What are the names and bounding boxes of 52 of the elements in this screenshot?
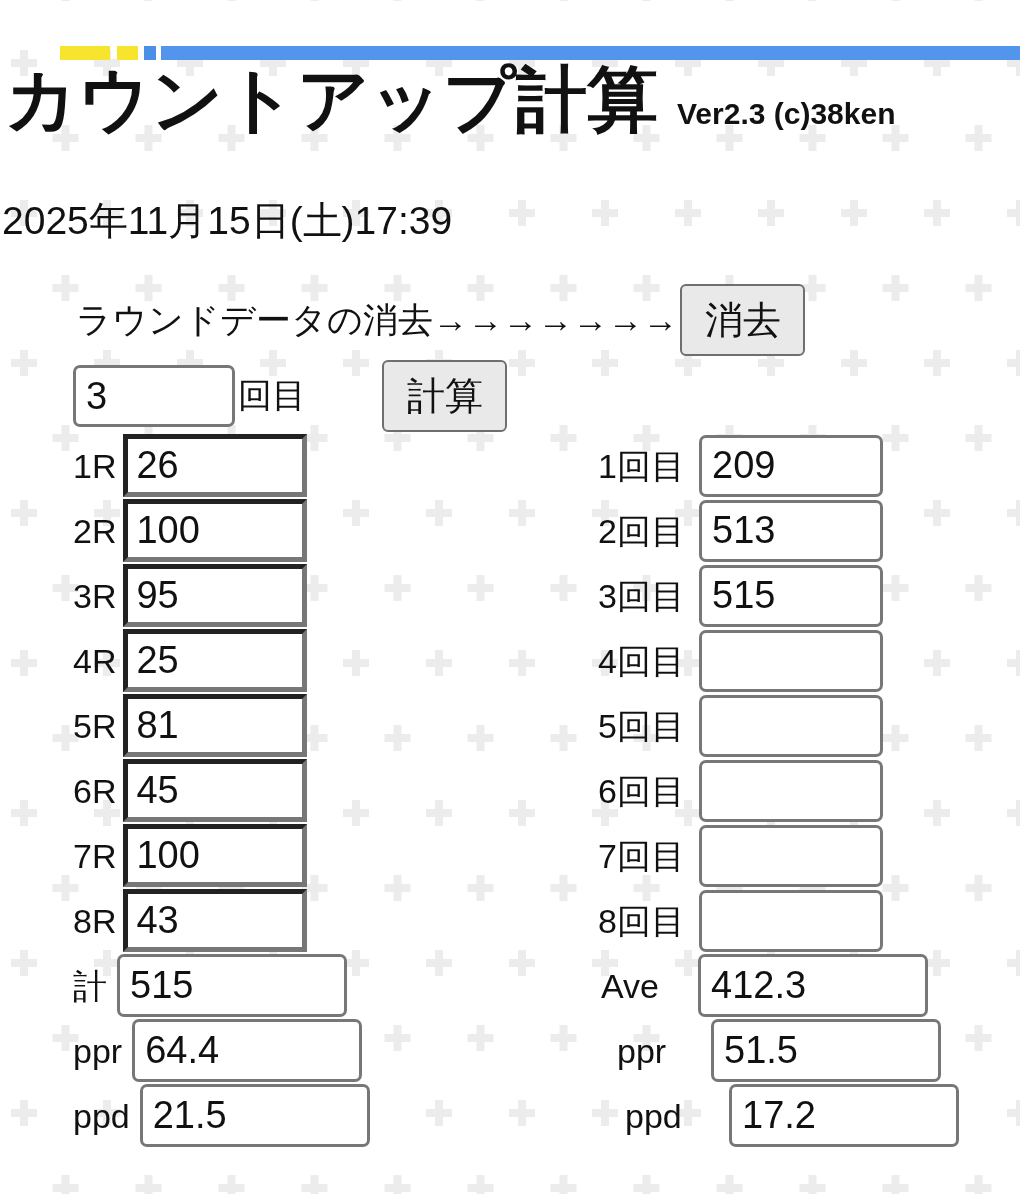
game-score-input[interactable] bbox=[699, 694, 883, 757]
game-score-input[interactable]: 515 bbox=[699, 564, 883, 627]
round-label: 1R bbox=[73, 448, 117, 483]
game-score-input[interactable] bbox=[699, 629, 883, 692]
game-score-input[interactable]: 513 bbox=[699, 499, 883, 562]
game-label: 8回目 bbox=[598, 903, 686, 938]
round-label: 8R bbox=[73, 903, 117, 938]
round-score-input[interactable]: 43 bbox=[123, 889, 308, 952]
round-score-input[interactable]: 26 bbox=[123, 434, 308, 497]
round-score-input[interactable]: 25 bbox=[123, 629, 308, 692]
round-label: 5R bbox=[73, 708, 117, 743]
stat-label: Ave bbox=[600, 968, 660, 1003]
round-score-input[interactable]: 95 bbox=[123, 564, 308, 627]
game-label: 7回目 bbox=[598, 838, 686, 873]
game-score-input[interactable] bbox=[699, 889, 883, 952]
clear-data-label: ラウンドデータの消去→→→→→→→ bbox=[76, 298, 678, 341]
calculate-button[interactable]: 計算 bbox=[382, 360, 507, 432]
stat-field[interactable]: 51.5 bbox=[711, 1019, 941, 1082]
round-label: 2R bbox=[73, 513, 117, 548]
game-number-input[interactable]: 3 bbox=[73, 365, 235, 427]
game-score-input[interactable] bbox=[699, 824, 883, 887]
version-text: Ver2.3 (c)38ken bbox=[677, 97, 896, 131]
stat-field[interactable]: 17.2 bbox=[729, 1084, 959, 1147]
game-label: 1回目 bbox=[598, 448, 686, 483]
stat-label: ppr bbox=[73, 1033, 123, 1068]
round-label: 3R bbox=[73, 578, 117, 613]
stat-field[interactable]: 64.4 bbox=[132, 1019, 363, 1082]
round-label: 6R bbox=[73, 773, 117, 808]
game-score-input[interactable] bbox=[699, 759, 883, 822]
stat-label: 計 bbox=[73, 968, 107, 1003]
stat-field[interactable]: 21.5 bbox=[139, 1084, 370, 1147]
game-label: 3回目 bbox=[598, 578, 686, 613]
game-number-suffix: 回目 bbox=[238, 375, 306, 416]
round-score-input[interactable]: 100 bbox=[123, 824, 308, 887]
stat-field[interactable]: 515 bbox=[117, 954, 347, 1017]
stat-label: ppr bbox=[616, 1033, 668, 1068]
game-label: 5回目 bbox=[598, 708, 686, 743]
game-label: 4回目 bbox=[598, 643, 686, 678]
round-score-input[interactable]: 45 bbox=[123, 759, 308, 822]
game-label: 6回目 bbox=[598, 773, 686, 808]
round-score-input[interactable]: 100 bbox=[123, 499, 308, 562]
round-score-input[interactable]: 81 bbox=[123, 694, 308, 757]
round-label: 4R bbox=[73, 643, 117, 678]
game-label: 2回目 bbox=[598, 513, 686, 548]
stat-label: ppd bbox=[624, 1098, 683, 1133]
game-score-input[interactable]: 209 bbox=[699, 434, 883, 497]
date-time-text: 2025年11月15日(土)17:39 bbox=[2, 198, 454, 244]
page-title: カウントアップ計算 bbox=[5, 64, 658, 135]
round-label: 7R bbox=[73, 838, 117, 873]
stat-label: ppd bbox=[73, 1098, 130, 1133]
stat-field[interactable]: 412.3 bbox=[698, 954, 928, 1017]
clear-button[interactable]: 消去 bbox=[680, 284, 805, 356]
